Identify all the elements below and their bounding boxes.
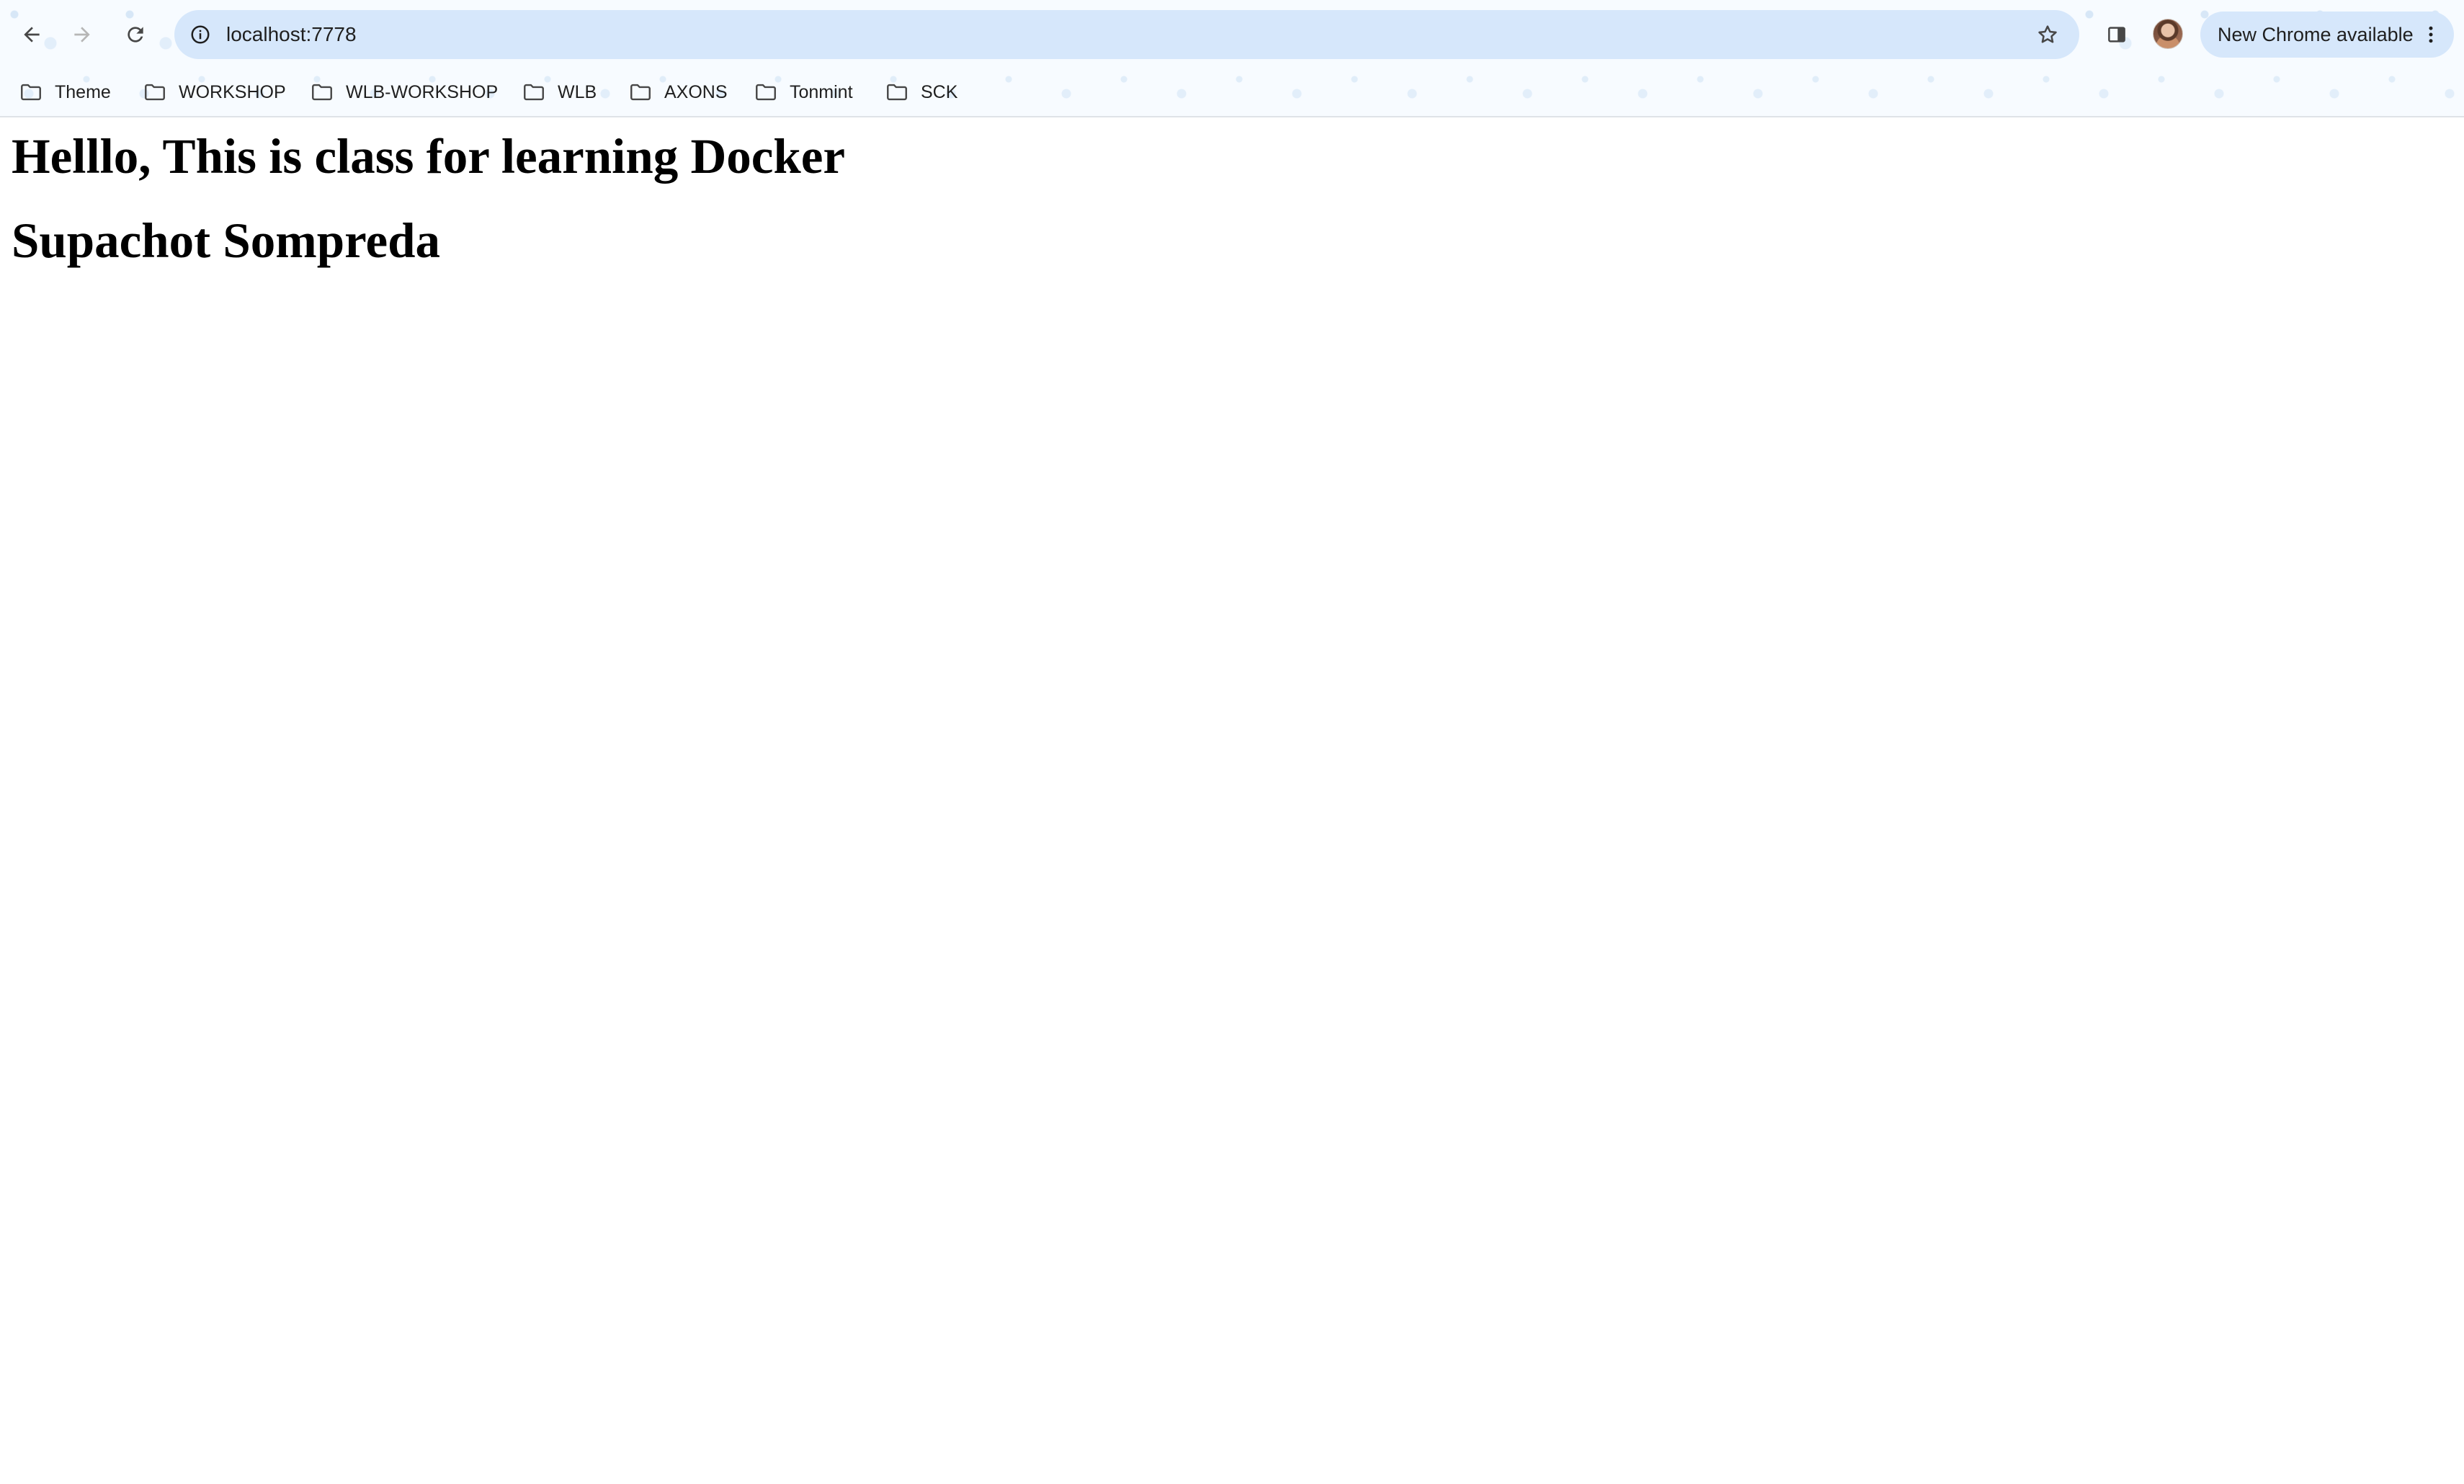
bookmark-label: Tonmint	[790, 81, 853, 102]
bookmarks-bar: Theme WORKSHOP WLB-WORKSHOP WLB AXONS To…	[0, 69, 2464, 115]
reload-icon	[128, 27, 143, 43]
folder-icon	[524, 84, 544, 101]
more-vertical-icon	[2429, 26, 2433, 43]
profile-avatar[interactable]	[2153, 19, 2183, 49]
info-icon	[191, 25, 210, 44]
folder-icon	[312, 84, 332, 101]
bookmark-folder-sck[interactable]: SCK	[878, 75, 965, 109]
bookmark-label: AXONS	[664, 81, 728, 102]
site-info-button[interactable]	[183, 17, 218, 52]
more-menu-button[interactable]	[2414, 17, 2448, 52]
browser-chrome: localhost:7778 New Chrome available Them…	[0, 0, 2464, 117]
update-chrome-label: New Chrome available	[2218, 24, 2414, 45]
folder-icon	[887, 84, 907, 101]
bookmark-label: WLB	[558, 81, 597, 102]
forward-button[interactable]	[63, 16, 101, 53]
bookmark-label: WLB-WORKSHOP	[346, 81, 499, 102]
page-content: Helllo, This is class for learning Docke…	[0, 119, 2464, 1484]
arrow-right-icon	[74, 27, 90, 43]
side-panel-icon	[2108, 27, 2125, 43]
folder-icon	[21, 84, 41, 101]
url-text[interactable]: localhost:7778	[226, 10, 357, 59]
bookmark-folder-wlb-workshop[interactable]: WLB-WORKSHOP	[303, 75, 505, 109]
back-button[interactable]	[13, 16, 50, 53]
page-heading-author: Supachot Sompreda	[12, 213, 440, 268]
bookmark-label: WORKSHOP	[179, 81, 286, 102]
folder-icon	[630, 84, 651, 101]
arrow-left-icon	[24, 27, 40, 43]
bookmark-folder-theme[interactable]: Theme	[12, 75, 118, 109]
bookmark-folder-wlb[interactable]: WLB	[514, 75, 604, 109]
bookmark-label: SCK	[921, 81, 958, 102]
bookmark-label: Theme	[55, 81, 111, 102]
folder-icon	[756, 84, 776, 101]
bookmark-folder-workshop[interactable]: WORKSHOP	[135, 75, 293, 109]
side-panel-button[interactable]	[2098, 16, 2135, 53]
bookmark-folder-axons[interactable]: AXONS	[621, 75, 735, 109]
star-icon	[2038, 25, 2057, 43]
address-bar[interactable]: localhost:7778	[174, 10, 2079, 59]
browser-toolbar: localhost:7778 New Chrome available	[0, 0, 2464, 69]
page-heading-greeting: Helllo, This is class for learning Docke…	[12, 129, 846, 184]
reload-button[interactable]	[117, 16, 154, 53]
update-chrome-button[interactable]: New Chrome available	[2200, 12, 2454, 58]
bookmark-star-button[interactable]	[2030, 17, 2065, 52]
folder-icon	[145, 84, 165, 101]
bookmark-folder-tonmint[interactable]: Tonmint	[746, 75, 860, 109]
